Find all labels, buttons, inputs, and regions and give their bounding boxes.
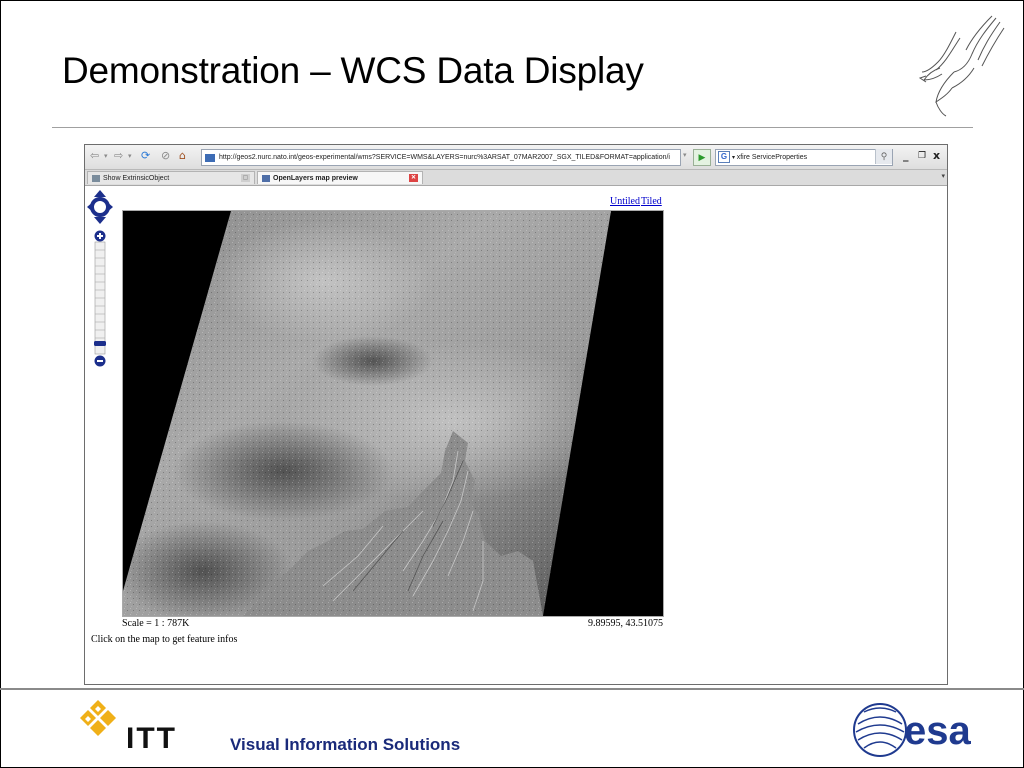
forward-arrow-icon[interactable]: ⇨	[114, 149, 123, 162]
tiled-link[interactable]: Tiled	[641, 196, 662, 207]
search-input[interactable]: xfire ServiceProperties	[737, 154, 807, 161]
zoom-slider[interactable]	[94, 230, 106, 370]
home-icon[interactable]: ⌂	[179, 149, 186, 162]
tab-strip: Show ExtrinsicObject ▢ OpenLayers map pr…	[85, 170, 947, 186]
search-magnifier-icon[interactable]: ⚲	[875, 149, 892, 164]
feature-info-hint: Click on the map to get feature infos	[91, 634, 238, 645]
satellite-radar-image[interactable]	[123, 211, 663, 616]
address-bar[interactable]: http://geos2.nurc.nato.int/geos-experime…	[201, 149, 681, 166]
close-window-button[interactable]: x	[933, 149, 940, 162]
slide-title: Demonstration – WCS Data Display	[62, 50, 644, 91]
tab-label: Show ExtrinsicObject	[103, 175, 170, 182]
address-url: http://geos2.nurc.nato.int/geos-experime…	[219, 154, 670, 161]
tab-close-icon[interactable]: ✕	[409, 174, 418, 182]
zoom-slider-handle[interactable]	[94, 341, 106, 346]
title-divider	[52, 127, 973, 128]
map-scale: Scale = 1 : 787K	[122, 618, 190, 629]
eagle-logo-icon	[918, 15, 1005, 117]
esa-logo-icon: esa	[853, 703, 971, 757]
tab-page-icon	[262, 174, 270, 182]
back-arrow-icon[interactable]: ⇦	[90, 149, 99, 162]
footer-divider	[0, 688, 1024, 690]
search-engine-icon[interactable]: G	[718, 151, 730, 163]
search-bar[interactable]: G ▾ xfire ServiceProperties	[715, 149, 893, 166]
tab-close-icon[interactable]: ▢	[241, 174, 250, 182]
untiled-link[interactable]: Untiled	[610, 196, 640, 207]
division-name: Visual Information Solutions	[230, 735, 461, 754]
address-dropdown-icon[interactable]: ▾	[683, 151, 687, 159]
refresh-icon[interactable]: ⟳	[141, 149, 150, 162]
back-dropdown-icon[interactable]: ▾	[104, 152, 108, 160]
navigation-toolbar: ⇦ ▾ ⇨ ▾ ⟳ ⊘ ⌂ http://geos2.nurc.nato.int…	[85, 145, 947, 170]
forward-dropdown-icon[interactable]: ▾	[128, 152, 132, 160]
esa-wordmark: esa	[904, 709, 971, 753]
tab-page-icon	[92, 174, 100, 182]
restore-button[interactable]: ❐	[918, 151, 926, 161]
company-name: ITT	[126, 722, 177, 755]
go-play-icon[interactable]: ▶	[693, 149, 711, 166]
site-favicon-icon	[205, 153, 215, 162]
mouse-coordinates: 9.89595, 43.51075	[588, 618, 663, 629]
stop-icon[interactable]: ⊘	[161, 149, 170, 162]
tab-openlayers-map-preview[interactable]: OpenLayers map preview ✕	[257, 171, 423, 184]
tab-label: OpenLayers map preview	[273, 175, 358, 182]
browser-window: ⇦ ▾ ⇨ ▾ ⟳ ⊘ ⌂ http://geos2.nurc.nato.int…	[84, 144, 948, 685]
tab-show-extrinsic-object[interactable]: Show ExtrinsicObject ▢	[87, 171, 255, 184]
minimize-button[interactable]: _	[903, 149, 909, 162]
map-viewport[interactable]	[122, 210, 664, 617]
page-content: Untiled Tiled Scale = 1: 787K 9.89595, …	[85, 186, 947, 684]
tab-list-dropdown-icon[interactable]: ▾	[941, 172, 945, 180]
pan-arrows-icon[interactable]	[87, 190, 113, 224]
